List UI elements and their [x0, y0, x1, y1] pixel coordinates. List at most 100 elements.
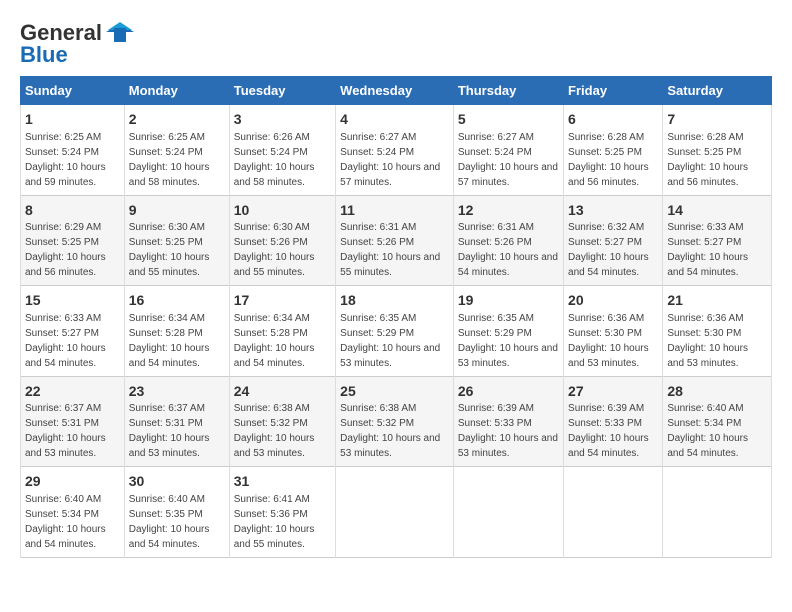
calendar-cell: 28Sunrise: 6:40 AMSunset: 5:34 PMDayligh…	[663, 376, 772, 467]
daylight-label: Daylight: 10 hours and 54 minutes.	[25, 343, 106, 369]
sunrise-info: Sunrise: 6:35 AM	[340, 313, 416, 324]
day-number: 1	[25, 110, 120, 130]
calendar-cell: 3Sunrise: 6:26 AMSunset: 5:24 PMDaylight…	[229, 105, 335, 196]
sunset-info: Sunset: 5:35 PM	[129, 509, 203, 520]
day-number: 19	[458, 291, 559, 311]
sunset-info: Sunset: 5:33 PM	[458, 418, 532, 429]
calendar-cell: 13Sunrise: 6:32 AMSunset: 5:27 PMDayligh…	[564, 195, 663, 286]
calendar-cell: 17 Sunrise: 6:34 AM Sunset: 5:28 PM Dayligh…	[229, 286, 335, 377]
sunset-info: Sunset: 5:29 PM	[458, 328, 532, 339]
sunrise-info: Sunrise: 6:30 AM	[129, 222, 205, 233]
calendar-cell: 27Sunrise: 6:39 AMSunset: 5:33 PMDayligh…	[564, 376, 663, 467]
sunset-info: Sunset: 5:25 PM	[129, 237, 203, 248]
sunrise-info: Sunrise: 6:27 AM	[458, 132, 534, 143]
sunrise-info: Sunrise: 6:39 AM	[458, 403, 534, 414]
calendar-cell: 8Sunrise: 6:29 AMSunset: 5:25 PMDaylight…	[21, 195, 125, 286]
sunrise-info: Sunrise: 6:35 AM	[458, 313, 534, 324]
day-number: 20	[568, 291, 658, 311]
calendar-cell: 25Sunrise: 6:38 AM Sunset: 5:32 PM Dayligh…	[336, 376, 454, 467]
day-number: 12	[458, 201, 559, 221]
calendar-cell: 4Sunrise: 6:27 AMSunset: 5:24 PMDaylight…	[336, 105, 454, 196]
sunset-info: Sunset: 5:32 PM	[234, 418, 308, 429]
day-number: 15	[25, 291, 120, 311]
sunrise-info: Sunrise: 6:34 AM	[234, 313, 310, 324]
logo-bird-icon	[106, 22, 134, 44]
day-number: 31	[234, 472, 331, 492]
daylight-label: Daylight: 10 hours and 53 minutes.	[340, 433, 440, 459]
logo-blue: Blue	[20, 42, 68, 68]
sunset-info: Sunset: 5:24 PM	[458, 147, 532, 158]
daylight-label: Daylight: 10 hours and 53 minutes.	[568, 343, 649, 369]
daylight-label: Daylight: 10 hours and 54 minutes.	[129, 343, 210, 369]
calendar-cell: 24Sunrise: 6:38 AMSunset: 5:32 PMDayligh…	[229, 376, 335, 467]
calendar-cell: 31Sunrise: 6:41 AMSunset: 5:36 PMDayligh…	[229, 467, 335, 558]
calendar-cell: 19Sunrise: 6:35 AMSunset: 5:29 PMDayligh…	[453, 286, 563, 377]
sunrise-info: Sunrise: 6:32 AM	[568, 222, 644, 233]
sunset-info: Sunset: 5:25 PM	[667, 147, 741, 158]
header-day: Saturday	[663, 77, 772, 105]
daylight-label: Daylight: 10 hours and 57 minutes.	[340, 162, 440, 188]
sunrise-info: Sunrise: 6:31 AM	[340, 222, 416, 233]
daylight-label: Daylight: 10 hours and 55 minutes.	[340, 252, 440, 278]
sunset-info: Sunset: 5:24 PM	[25, 147, 99, 158]
calendar-cell	[663, 467, 772, 558]
day-number: 5	[458, 110, 559, 130]
sunrise-info: Sunrise: 6:25 AM	[25, 132, 101, 143]
sunset-info: Sunset: 5:30 PM	[667, 328, 741, 339]
calendar-cell: 20Sunrise: 6:36 AMSunset: 5:30 PMDayligh…	[564, 286, 663, 377]
sunset-info: Sunset: 5:31 PM	[129, 418, 203, 429]
sunset-info: Sunset: 5:24 PM	[234, 147, 308, 158]
day-number: 17	[234, 291, 331, 311]
calendar-cell	[336, 467, 454, 558]
sunset-info: Sunset: 5:24 PM	[129, 147, 203, 158]
daylight-label: Daylight: 10 hours and 59 minutes.	[25, 162, 106, 188]
sunset-info: Sunset: 5:25 PM	[25, 237, 99, 248]
daylight-label: Daylight: 10 hours and 54 minutes.	[129, 524, 210, 550]
day-number: 28	[667, 382, 767, 402]
daylight-label: Daylight: 10 hours and 54 minutes.	[25, 524, 106, 550]
daylight-label: Daylight: 10 hours and 54 minutes.	[568, 252, 649, 278]
daylight-label: Daylight: 10 hours and 54 minutes.	[458, 252, 558, 278]
daylight-label: Daylight: 10 hours and 54 minutes.	[667, 433, 748, 459]
header-day: Friday	[564, 77, 663, 105]
header-day: Thursday	[453, 77, 563, 105]
day-number: 14	[667, 201, 767, 221]
calendar-cell: 11Sunrise: 6:31 AMSunset: 5:26 PMDayligh…	[336, 195, 454, 286]
day-number: 23	[129, 382, 225, 402]
sunrise-info: Sunrise: 6:40 AM	[25, 494, 101, 505]
daylight-label: Daylight: 10 hours and 58 minutes.	[129, 162, 210, 188]
sunset-info: Sunset: 5:26 PM	[340, 237, 414, 248]
sunrise-info: Sunrise: 6:29 AM	[25, 222, 101, 233]
sunrise-info: Sunrise: 6:39 AM	[568, 403, 644, 414]
daylight-label: Daylight: 10 hours and 55 minutes.	[234, 252, 315, 278]
sunrise-info: Sunrise: 6:34 AM	[129, 313, 205, 324]
daylight-label: Daylight: 10 hours and 53 minutes.	[667, 343, 748, 369]
sunset-info: Sunset: 5:32 PM	[340, 418, 414, 429]
calendar-week-row: 22Sunrise: 6:37 AMSunset: 5:31 PMDayligh…	[21, 376, 772, 467]
day-number: 27	[568, 382, 658, 402]
calendar-cell: 23Sunrise: 6:37 AMSunset: 5:31 PMDayligh…	[124, 376, 229, 467]
day-number: 29	[25, 472, 120, 492]
daylight-label: Daylight: 10 hours and 53 minutes.	[129, 433, 210, 459]
daylight-label: Daylight: 10 hours and 56 minutes.	[25, 252, 106, 278]
sunrise-info: Sunrise: 6:33 AM	[25, 313, 101, 324]
sunrise-info: Sunrise: 6:38 AM	[340, 403, 416, 414]
calendar-cell: 29Sunrise: 6:40 AMSunset: 5:34 PMDayligh…	[21, 467, 125, 558]
calendar-body: 1 Sunrise: 6:25 AM Sunset: 5:24 PM Daylight…	[21, 105, 772, 558]
calendar-cell	[564, 467, 663, 558]
day-number: 25	[340, 382, 449, 402]
day-number: 26	[458, 382, 559, 402]
calendar-week-row: 1 Sunrise: 6:25 AM Sunset: 5:24 PM Daylight…	[21, 105, 772, 196]
header-day: Sunday	[21, 77, 125, 105]
calendar-cell: 9Sunrise: 6:30 AMSunset: 5:25 PMDaylight…	[124, 195, 229, 286]
calendar-cell: 7Sunrise: 6:28 AMSunset: 5:25 PMDaylight…	[663, 105, 772, 196]
sunrise-info: Sunrise: 6:28 AM	[568, 132, 644, 143]
day-number: 4	[340, 110, 449, 130]
calendar-cell: 26Sunrise: 6:39 AMSunset: 5:33 PMDayligh…	[453, 376, 563, 467]
sunrise-info: Sunrise: 6:36 AM	[667, 313, 743, 324]
day-number: 24	[234, 382, 331, 402]
daylight-label: Daylight: 10 hours and 54 minutes.	[234, 343, 315, 369]
sunset-info: Sunset: 5:27 PM	[667, 237, 741, 248]
daylight-label: Daylight: 10 hours and 55 minutes.	[234, 524, 315, 550]
sunset-info: Sunset: 5:28 PM	[234, 328, 308, 339]
